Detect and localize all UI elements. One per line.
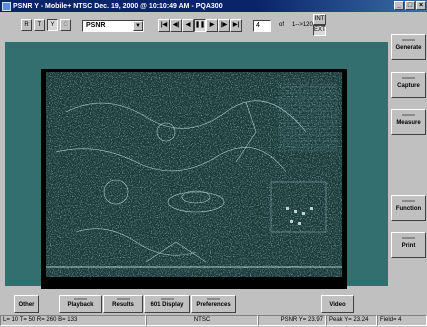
ext-button[interactable]: EXT [313, 25, 326, 36]
indicator-led [20, 298, 33, 300]
first-frame-button[interactable]: |◀ [158, 19, 170, 32]
image-viewport [5, 42, 388, 289]
playback-button[interactable]: Playback [59, 295, 102, 313]
close-button[interactable]: × [416, 1, 426, 10]
window-controls: _ □ × [394, 1, 426, 10]
transport-controls: |◀ ◀| ◀ ❚❚ ▶ |▶ ▶| [158, 19, 242, 32]
generate-label: Generate [395, 45, 422, 51]
measure-select[interactable]: PSNR ▼ [82, 20, 144, 32]
indicator-led [402, 39, 415, 41]
status-peak: Peak Y= 23.24 [326, 315, 377, 326]
maximize-button[interactable]: □ [405, 1, 415, 10]
channel-c-button[interactable]: C [60, 19, 71, 31]
int-button[interactable]: INT [313, 14, 326, 25]
status-psnr: PSNR Y= 23.97 [258, 315, 326, 326]
indicator-led [207, 298, 220, 300]
measure-button[interactable]: Measure [391, 109, 426, 135]
indicator-led [116, 298, 130, 300]
indicator-led [402, 200, 415, 202]
indicator-led [331, 298, 344, 300]
video-button[interactable]: Video [321, 295, 354, 313]
status-field: Field= 4 [377, 315, 427, 326]
print-label: Print [401, 243, 416, 249]
results-button[interactable]: Results [103, 295, 143, 313]
preferences-label: Preferences [196, 302, 231, 308]
indicator-led [74, 298, 87, 300]
601-display-button[interactable]: 601 Display [144, 295, 190, 313]
title-bar[interactable]: PSNR Y - Mobile+ NTSC Dec. 19, 2000 @ 10… [0, 0, 427, 12]
channel-t-button[interactable]: T [34, 19, 45, 31]
generate-button[interactable]: Generate [391, 34, 426, 60]
app-icon [2, 1, 11, 11]
chevron-down-icon[interactable]: ▼ [133, 21, 143, 31]
of-label: of [279, 22, 285, 28]
other-label: Other [18, 302, 35, 308]
print-button[interactable]: Print [391, 232, 426, 258]
app-window: PSNR Y - Mobile+ NTSC Dec. 19, 2000 @ 10… [0, 0, 427, 327]
channel-r-button[interactable]: R [21, 19, 32, 31]
image-frame [41, 69, 347, 289]
preferences-button[interactable]: Preferences [191, 295, 236, 313]
indicator-led [402, 114, 415, 116]
indicator-led [402, 77, 415, 79]
window-title: PSNR Y - Mobile+ NTSC Dec. 19, 2000 @ 10… [13, 2, 223, 10]
reverse-button[interactable]: ◀ [182, 19, 194, 32]
function-label: Function [395, 206, 422, 212]
indicator-led [160, 298, 174, 300]
capture-button[interactable]: Capture [391, 72, 426, 98]
psnr-difference-image[interactable] [46, 72, 342, 277]
frame-input[interactable]: 4 [253, 20, 271, 32]
status-standard: NTSC [146, 315, 258, 326]
step-back-button[interactable]: ◀| [170, 19, 182, 32]
indicator-led [402, 237, 415, 239]
601-display-label: 601 Display [150, 302, 184, 308]
results-label: Results [112, 302, 134, 308]
frame-range-label: 1-->120 [292, 22, 313, 28]
function-button[interactable]: Function [391, 195, 426, 221]
step-forward-button[interactable]: |▶ [218, 19, 230, 32]
video-label: Video [329, 302, 346, 308]
pause-button[interactable]: ❚❚ [194, 19, 206, 32]
capture-label: Capture [397, 83, 420, 89]
status-bar: L= 10 T= 50 R= 260 B= 133 NTSC PSNR Y= 2… [0, 315, 427, 327]
status-coords: L= 10 T= 50 R= 260 B= 133 [0, 315, 146, 326]
measure-select-value: PSNR [86, 22, 106, 29]
playback-label: Playback [67, 302, 94, 308]
channel-y-button[interactable]: Y [47, 19, 58, 31]
toolbar: R T Y C PSNR ▼ |◀ ◀| ◀ ❚❚ ▶ |▶ ▶| 4 of 1… [0, 12, 427, 42]
play-button[interactable]: ▶ [206, 19, 218, 32]
measure-label: Measure [396, 120, 421, 126]
other-button[interactable]: Other [14, 295, 39, 313]
minimize-button[interactable]: _ [394, 1, 404, 10]
last-frame-button[interactable]: ▶| [230, 19, 242, 32]
